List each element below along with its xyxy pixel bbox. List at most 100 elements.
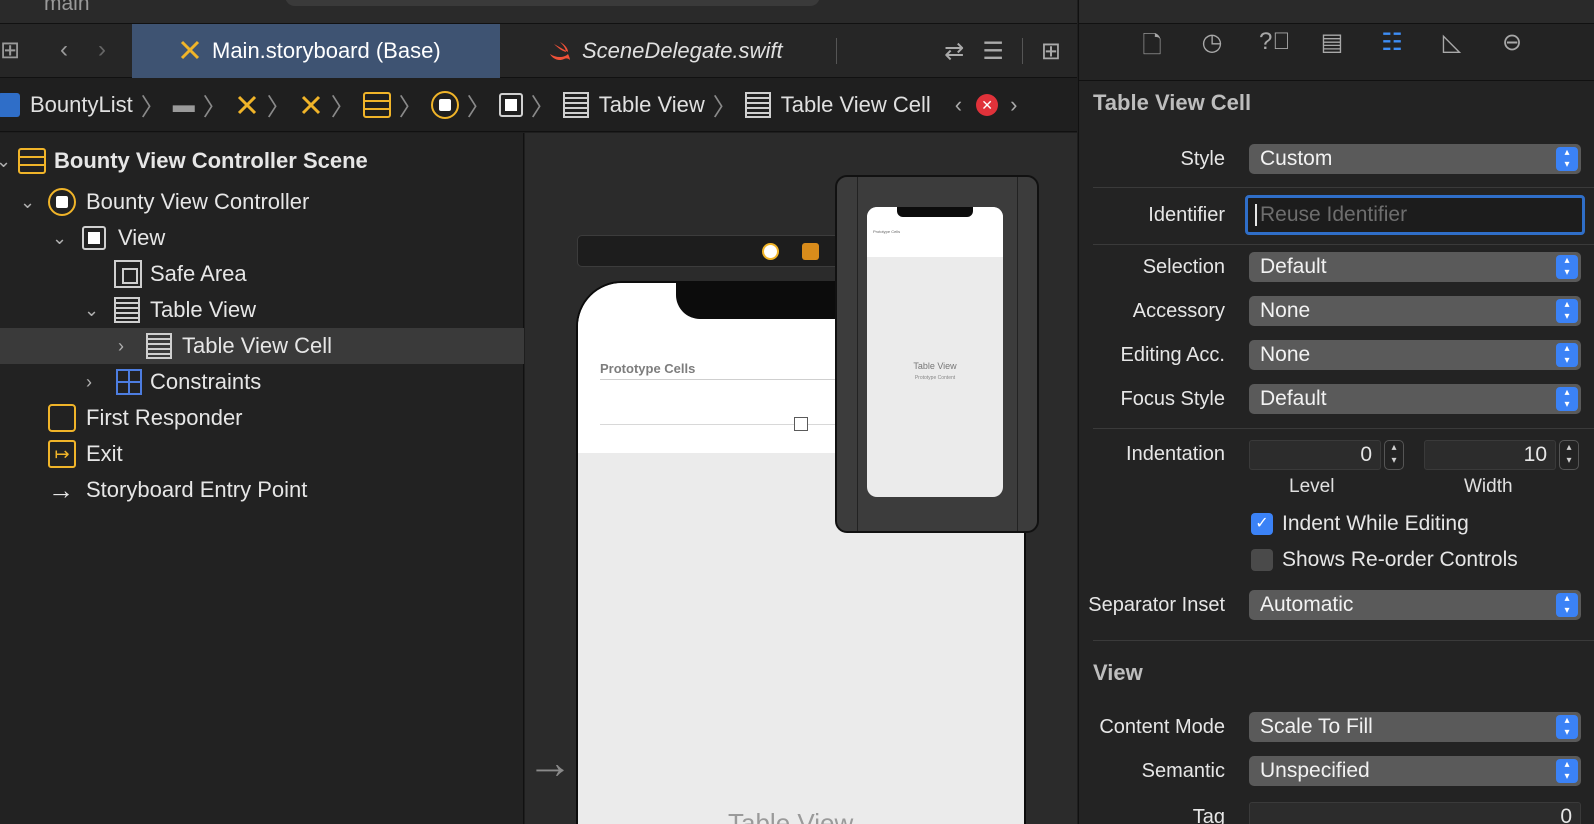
outline-row-view-controller[interactable]: ⌄ Bounty View Controller bbox=[0, 184, 524, 220]
selection-select[interactable]: Default ▴ ▾ bbox=[1249, 252, 1581, 282]
outline-row-first-responder[interactable]: First Responder bbox=[0, 400, 524, 436]
scene-icon[interactable] bbox=[362, 91, 391, 118]
outline-label: Bounty View Controller Scene bbox=[54, 148, 368, 173]
identifier-field[interactable]: Reuse Identifier bbox=[1245, 195, 1585, 235]
minimap-scene: Prototype Cells Table View Prototype Con… bbox=[867, 207, 1003, 497]
shows-reorder-label: Shows Re-order Controls bbox=[1282, 548, 1518, 571]
editing-acc-select[interactable]: None ▴ ▾ bbox=[1249, 340, 1581, 370]
content-mode-select[interactable]: Scale To Fill ▴ ▾ bbox=[1249, 712, 1581, 742]
history-icon[interactable]: ◷ bbox=[1199, 28, 1225, 69]
semantic-select[interactable]: Unspecified ▴ ▾ bbox=[1249, 756, 1581, 786]
breadcrumb-table-view[interactable]: Table View bbox=[599, 92, 705, 118]
shows-reorder-checkbox[interactable] bbox=[1251, 549, 1273, 571]
editor-tools: ⇄ ☰ ⊞ bbox=[944, 24, 1077, 78]
tab-main-storyboard[interactable]: Main.storyboard (Base) bbox=[132, 24, 500, 78]
focus-style-select[interactable]: Default ▴ ▾ bbox=[1249, 384, 1581, 414]
resize-handle[interactable] bbox=[794, 417, 808, 431]
add-editor-icon[interactable]: ⊞ bbox=[1041, 37, 1061, 66]
jump-bar: BountyList 〉 ▬ 〉 〉 〉 〉 〉 〉 Table View 〉 … bbox=[0, 78, 1077, 132]
outline-row-table-view[interactable]: ⌄ Table View bbox=[0, 292, 524, 328]
file-icon[interactable]: 🗋 bbox=[1139, 28, 1165, 69]
previous-issue-icon[interactable]: ‹ bbox=[955, 92, 962, 118]
breadcrumb-project[interactable]: BountyList bbox=[30, 92, 133, 118]
focus-style-value: Default bbox=[1260, 387, 1327, 410]
table-view-icon bbox=[562, 91, 589, 118]
separator-inset-select[interactable]: Automatic ▴ ▾ bbox=[1249, 590, 1581, 620]
forward-arrow-icon[interactable]: › bbox=[98, 36, 106, 64]
first-responder-icon bbox=[48, 404, 76, 432]
minimap[interactable]: Prototype Cells Table View Prototype Con… bbox=[835, 175, 1039, 533]
tag-label: Tag bbox=[1192, 806, 1225, 824]
width-stepper[interactable]: ▴ ▾ bbox=[1559, 440, 1579, 470]
indentation-width-field[interactable]: 10 bbox=[1424, 440, 1556, 470]
text-caret bbox=[1255, 204, 1257, 227]
divider bbox=[857, 177, 858, 531]
tag-field[interactable]: 0 bbox=[1249, 802, 1581, 824]
next-issue-icon[interactable]: › bbox=[1010, 92, 1017, 118]
storyboard-icon[interactable] bbox=[235, 93, 259, 117]
style-value: Custom bbox=[1260, 147, 1333, 170]
identity-icon[interactable]: ▤ bbox=[1319, 28, 1345, 69]
view-icon[interactable] bbox=[498, 92, 523, 117]
updown-icon: ▴ ▾ bbox=[1556, 299, 1578, 323]
indent-while-editing-checkbox[interactable]: ✓ bbox=[1251, 513, 1273, 535]
back-arrow-icon[interactable]: ‹ bbox=[60, 36, 68, 64]
storyboard-canvas[interactable]: Prototype Cells Table View → Prototype C… bbox=[525, 133, 1077, 824]
tool-separator bbox=[1021, 38, 1023, 64]
level-stepper[interactable]: ▴ ▾ bbox=[1384, 440, 1404, 470]
help-icon[interactable]: ?⃝ bbox=[1259, 28, 1290, 69]
identifier-label: Identifier bbox=[1148, 204, 1225, 226]
updown-icon: ▴ ▾ bbox=[1556, 255, 1578, 279]
outline-row-exit[interactable]: ↦ Exit bbox=[0, 436, 524, 472]
outline-row-scene[interactable]: ⌄ Bounty View Controller Scene bbox=[0, 143, 524, 179]
divider bbox=[1093, 187, 1594, 188]
error-icon[interactable]: ✕ bbox=[976, 93, 999, 116]
outline-label: Safe Area bbox=[150, 261, 247, 286]
outline-label: Table View bbox=[150, 297, 256, 322]
indentation-label: Indentation bbox=[1126, 443, 1225, 465]
divider bbox=[1093, 428, 1594, 429]
outline-row-constraints[interactable]: › Constraints bbox=[0, 364, 524, 400]
indentation-level-field[interactable]: 0 bbox=[1249, 440, 1381, 470]
first-responder-dock-icon[interactable] bbox=[802, 243, 819, 260]
folder-icon[interactable]: ▬ bbox=[173, 92, 195, 118]
chevron-down-icon[interactable]: ⌄ bbox=[20, 192, 35, 213]
chevron-right-icon[interactable]: › bbox=[86, 372, 92, 393]
view-controller-icon[interactable] bbox=[430, 90, 459, 119]
scheme-title[interactable]: main bbox=[44, 0, 90, 16]
divider bbox=[1079, 80, 1594, 81]
style-select[interactable]: Custom ▴ ▾ bbox=[1249, 144, 1581, 174]
outline-row-entry-point[interactable]: → Storyboard Entry Point bbox=[0, 472, 524, 508]
storyboard-base-icon[interactable] bbox=[299, 93, 323, 117]
outline-row-view[interactable]: ⌄ View bbox=[0, 220, 524, 256]
separator-inset-value: Automatic bbox=[1260, 593, 1354, 616]
updown-icon: ▴ ▾ bbox=[1556, 593, 1578, 617]
editing-acc-label: Editing Acc. bbox=[1120, 344, 1225, 366]
view-section-title: View bbox=[1093, 660, 1143, 685]
outline-row-table-view-cell[interactable]: › Table View Cell bbox=[0, 328, 524, 364]
editing-acc-value: None bbox=[1260, 343, 1311, 366]
updown-icon: ▴ ▾ bbox=[1556, 343, 1578, 367]
view-controller-icon bbox=[48, 188, 76, 216]
connections-icon[interactable]: ⊖ bbox=[1499, 28, 1525, 69]
attributes-icon[interactable]: ☷ bbox=[1379, 28, 1405, 69]
style-label: Style bbox=[1180, 148, 1225, 170]
swap-arrows-icon[interactable]: ⇄ bbox=[944, 37, 964, 66]
minimap-prototype-label: Prototype Cells bbox=[873, 229, 901, 234]
breadcrumb-table-view-cell[interactable]: Table View Cell bbox=[781, 92, 931, 118]
size-icon[interactable]: ◺ bbox=[1439, 28, 1465, 69]
chevron-down-icon[interactable]: ⌄ bbox=[0, 151, 11, 172]
align-lines-icon[interactable]: ☰ bbox=[982, 37, 1004, 66]
chevron-down-icon[interactable]: ⌄ bbox=[52, 228, 67, 249]
accessory-select[interactable]: None ▴ ▾ bbox=[1249, 296, 1581, 326]
grid-icon[interactable]: ⊞ bbox=[0, 36, 20, 65]
chevron-right-icon: 〉 bbox=[140, 94, 165, 121]
divider bbox=[1093, 640, 1594, 641]
entry-point-arrow-icon[interactable]: → bbox=[527, 735, 573, 789]
outline-row-safe-area[interactable]: Safe Area bbox=[0, 256, 524, 292]
app-project-icon bbox=[0, 92, 20, 117]
outline-label: Storyboard Entry Point bbox=[86, 477, 308, 502]
chevron-right-icon[interactable]: › bbox=[118, 336, 124, 357]
chevron-down-icon[interactable]: ⌄ bbox=[84, 300, 99, 321]
view-controller-dock-icon[interactable] bbox=[762, 243, 779, 260]
